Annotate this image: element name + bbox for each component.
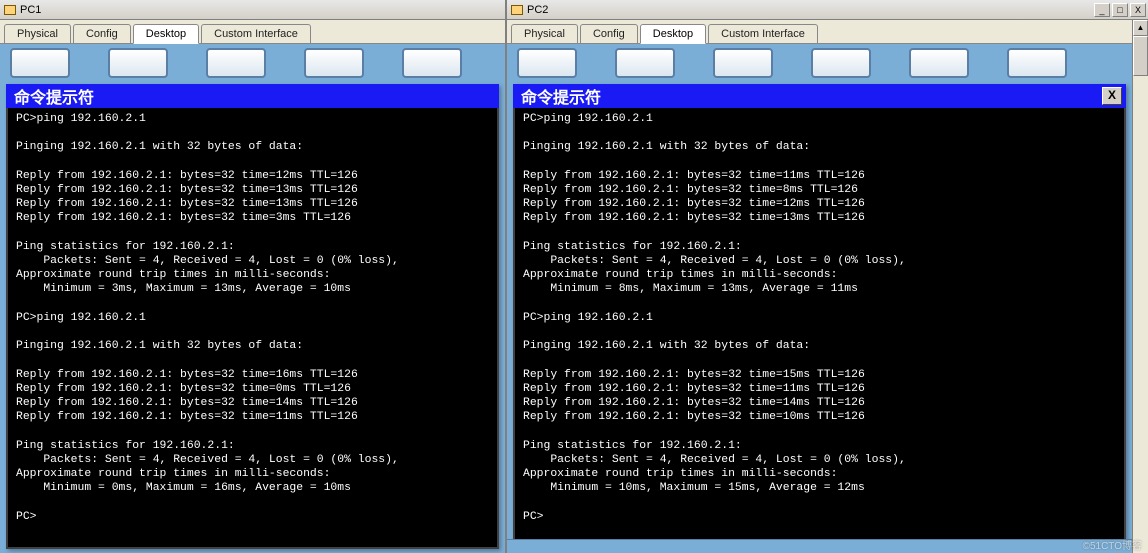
tab-custom-interface[interactable]: Custom Interface (201, 24, 311, 43)
desktop-app-icon[interactable] (615, 48, 675, 78)
tab-desktop[interactable]: Desktop (640, 24, 706, 44)
watermark: ©51CTO博客 (1083, 537, 1142, 552)
pc1-titlebar[interactable]: PC1 (0, 0, 505, 20)
desktop-app-icon[interactable] (1007, 48, 1067, 78)
pc1-command-prompt: 命令提示符 PC>ping 192.160.2.1 Pinging 192.16… (6, 84, 499, 549)
pc1-title: PC1 (20, 4, 41, 16)
pc2-desktop-icons (507, 48, 1144, 82)
desktop-app-icon[interactable] (10, 48, 70, 78)
tab-physical[interactable]: Physical (511, 24, 578, 43)
desktop-bottom-strip (507, 539, 1148, 553)
command-prompt-title: 命令提示符 (14, 84, 94, 108)
pc2-desktop: 命令提示符 X PC>ping 192.160.2.1 Pinging 192.… (507, 44, 1148, 553)
desktop-app-icon[interactable] (108, 48, 168, 78)
command-prompt-titlebar[interactable]: 命令提示符 (6, 84, 499, 108)
pc2-window: PC2 _ □ X Physical Config Desktop Custom… (505, 0, 1148, 553)
pc-icon (511, 5, 523, 15)
window-scrollbar[interactable]: ▲ (1132, 20, 1148, 553)
minimize-button[interactable]: _ (1094, 3, 1110, 17)
pc1-desktop-icons (0, 48, 501, 82)
desktop-app-icon[interactable] (517, 48, 577, 78)
tab-config[interactable]: Config (73, 24, 131, 43)
desktop-app-icon[interactable] (713, 48, 773, 78)
tab-custom-interface[interactable]: Custom Interface (708, 24, 818, 43)
maximize-button[interactable]: □ (1112, 3, 1128, 17)
pc2-terminal-output[interactable]: PC>ping 192.160.2.1 Pinging 192.160.2.1 … (513, 108, 1126, 549)
pc2-titlebar[interactable]: PC2 _ □ X (507, 0, 1148, 20)
tab-desktop[interactable]: Desktop (133, 24, 199, 44)
pc1-desktop: 命令提示符 PC>ping 192.160.2.1 Pinging 192.16… (0, 44, 505, 553)
tab-config[interactable]: Config (580, 24, 638, 43)
pc1-window: PC1 Physical Config Desktop Custom Inter… (0, 0, 505, 553)
command-prompt-close-button[interactable]: X (1102, 87, 1122, 105)
desktop-app-icon[interactable] (811, 48, 871, 78)
command-prompt-titlebar[interactable]: 命令提示符 X (513, 84, 1126, 108)
pc2-tabs: Physical Config Desktop Custom Interface (507, 20, 1148, 44)
desktop-app-icon[interactable] (304, 48, 364, 78)
pc-icon (4, 5, 16, 15)
pc2-title: PC2 (527, 4, 548, 16)
desktop-app-icon[interactable] (402, 48, 462, 78)
scroll-thumb[interactable] (1133, 36, 1148, 76)
desktop-app-icon[interactable] (909, 48, 969, 78)
pc1-tabs: Physical Config Desktop Custom Interface (0, 20, 505, 44)
pc1-terminal-output[interactable]: PC>ping 192.160.2.1 Pinging 192.160.2.1 … (6, 108, 499, 549)
tab-physical[interactable]: Physical (4, 24, 71, 43)
command-prompt-title: 命令提示符 (521, 84, 601, 108)
close-button[interactable]: X (1130, 3, 1146, 17)
scroll-up-icon[interactable]: ▲ (1133, 20, 1148, 36)
pc2-command-prompt: 命令提示符 X PC>ping 192.160.2.1 Pinging 192.… (513, 84, 1126, 549)
desktop-app-icon[interactable] (206, 48, 266, 78)
